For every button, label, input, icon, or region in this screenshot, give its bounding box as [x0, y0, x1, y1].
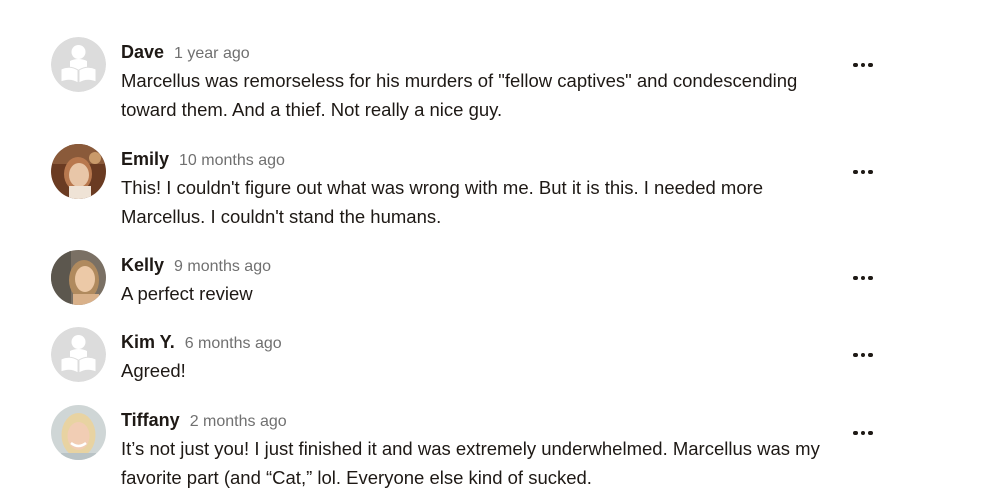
avatar[interactable] — [51, 250, 106, 305]
more-options-icon — [860, 169, 866, 175]
username[interactable]: Kim Y. — [121, 332, 175, 352]
more-options-button[interactable] — [848, 347, 878, 363]
more-options-button[interactable] — [848, 425, 878, 441]
more-options-icon — [853, 62, 858, 68]
username[interactable]: Kelly — [121, 255, 164, 275]
comment-body: It’s not just you! I just finished it an… — [121, 438, 820, 488]
username[interactable]: Dave — [121, 42, 164, 62]
more-options-icon — [853, 275, 858, 281]
more-options-button[interactable] — [848, 164, 878, 180]
more-options-icon — [860, 62, 866, 68]
more-options-icon — [853, 352, 858, 358]
comment-body: Marcellus was remorseless for his murder… — [121, 70, 798, 120]
more-options-icon — [868, 352, 873, 358]
more-options-icon — [868, 62, 873, 68]
avatar[interactable] — [51, 405, 106, 460]
more-options-icon — [853, 430, 858, 436]
comment-header: Kim Y. 6 months ago — [121, 331, 282, 355]
user-photo-icon — [51, 144, 106, 199]
default-reader-avatar-icon — [51, 327, 106, 382]
default-reader-avatar-icon — [51, 37, 106, 92]
more-options-icon — [860, 275, 866, 281]
comment-body: This! I couldn't figure out what was wro… — [121, 177, 764, 227]
more-options-button[interactable] — [848, 270, 878, 286]
more-options-icon — [868, 169, 873, 175]
more-options-icon — [860, 352, 866, 358]
timestamp: 10 months ago — [179, 152, 285, 169]
timestamp: 2 months ago — [189, 413, 287, 430]
comment-header: Kelly 9 months ago — [121, 254, 271, 278]
more-options-icon — [868, 430, 873, 436]
timestamp: 1 year ago — [174, 45, 250, 62]
comment-header: Emily 10 months ago — [121, 148, 285, 172]
more-options-icon — [853, 169, 858, 175]
user-photo-icon — [51, 405, 106, 460]
more-options-button[interactable] — [848, 57, 878, 73]
comment-body: A perfect review — [121, 283, 253, 304]
comment-body: Agreed! — [121, 360, 186, 381]
comment-header: Dave 1 year ago — [121, 41, 250, 65]
avatar[interactable] — [51, 327, 106, 382]
username[interactable]: Tiffany — [121, 410, 180, 430]
comment-header: Tiffany 2 months ago — [121, 409, 287, 433]
timestamp: 6 months ago — [184, 335, 282, 352]
more-options-icon — [860, 430, 866, 436]
more-options-icon — [868, 275, 873, 281]
timestamp: 9 months ago — [174, 258, 271, 275]
avatar[interactable] — [51, 144, 106, 199]
user-photo-icon — [51, 250, 106, 305]
username[interactable]: Emily — [121, 149, 169, 169]
avatar[interactable] — [51, 37, 106, 92]
comments-list: Dave 1 year ago Marcellus was remorseless… — [0, 0, 992, 491]
